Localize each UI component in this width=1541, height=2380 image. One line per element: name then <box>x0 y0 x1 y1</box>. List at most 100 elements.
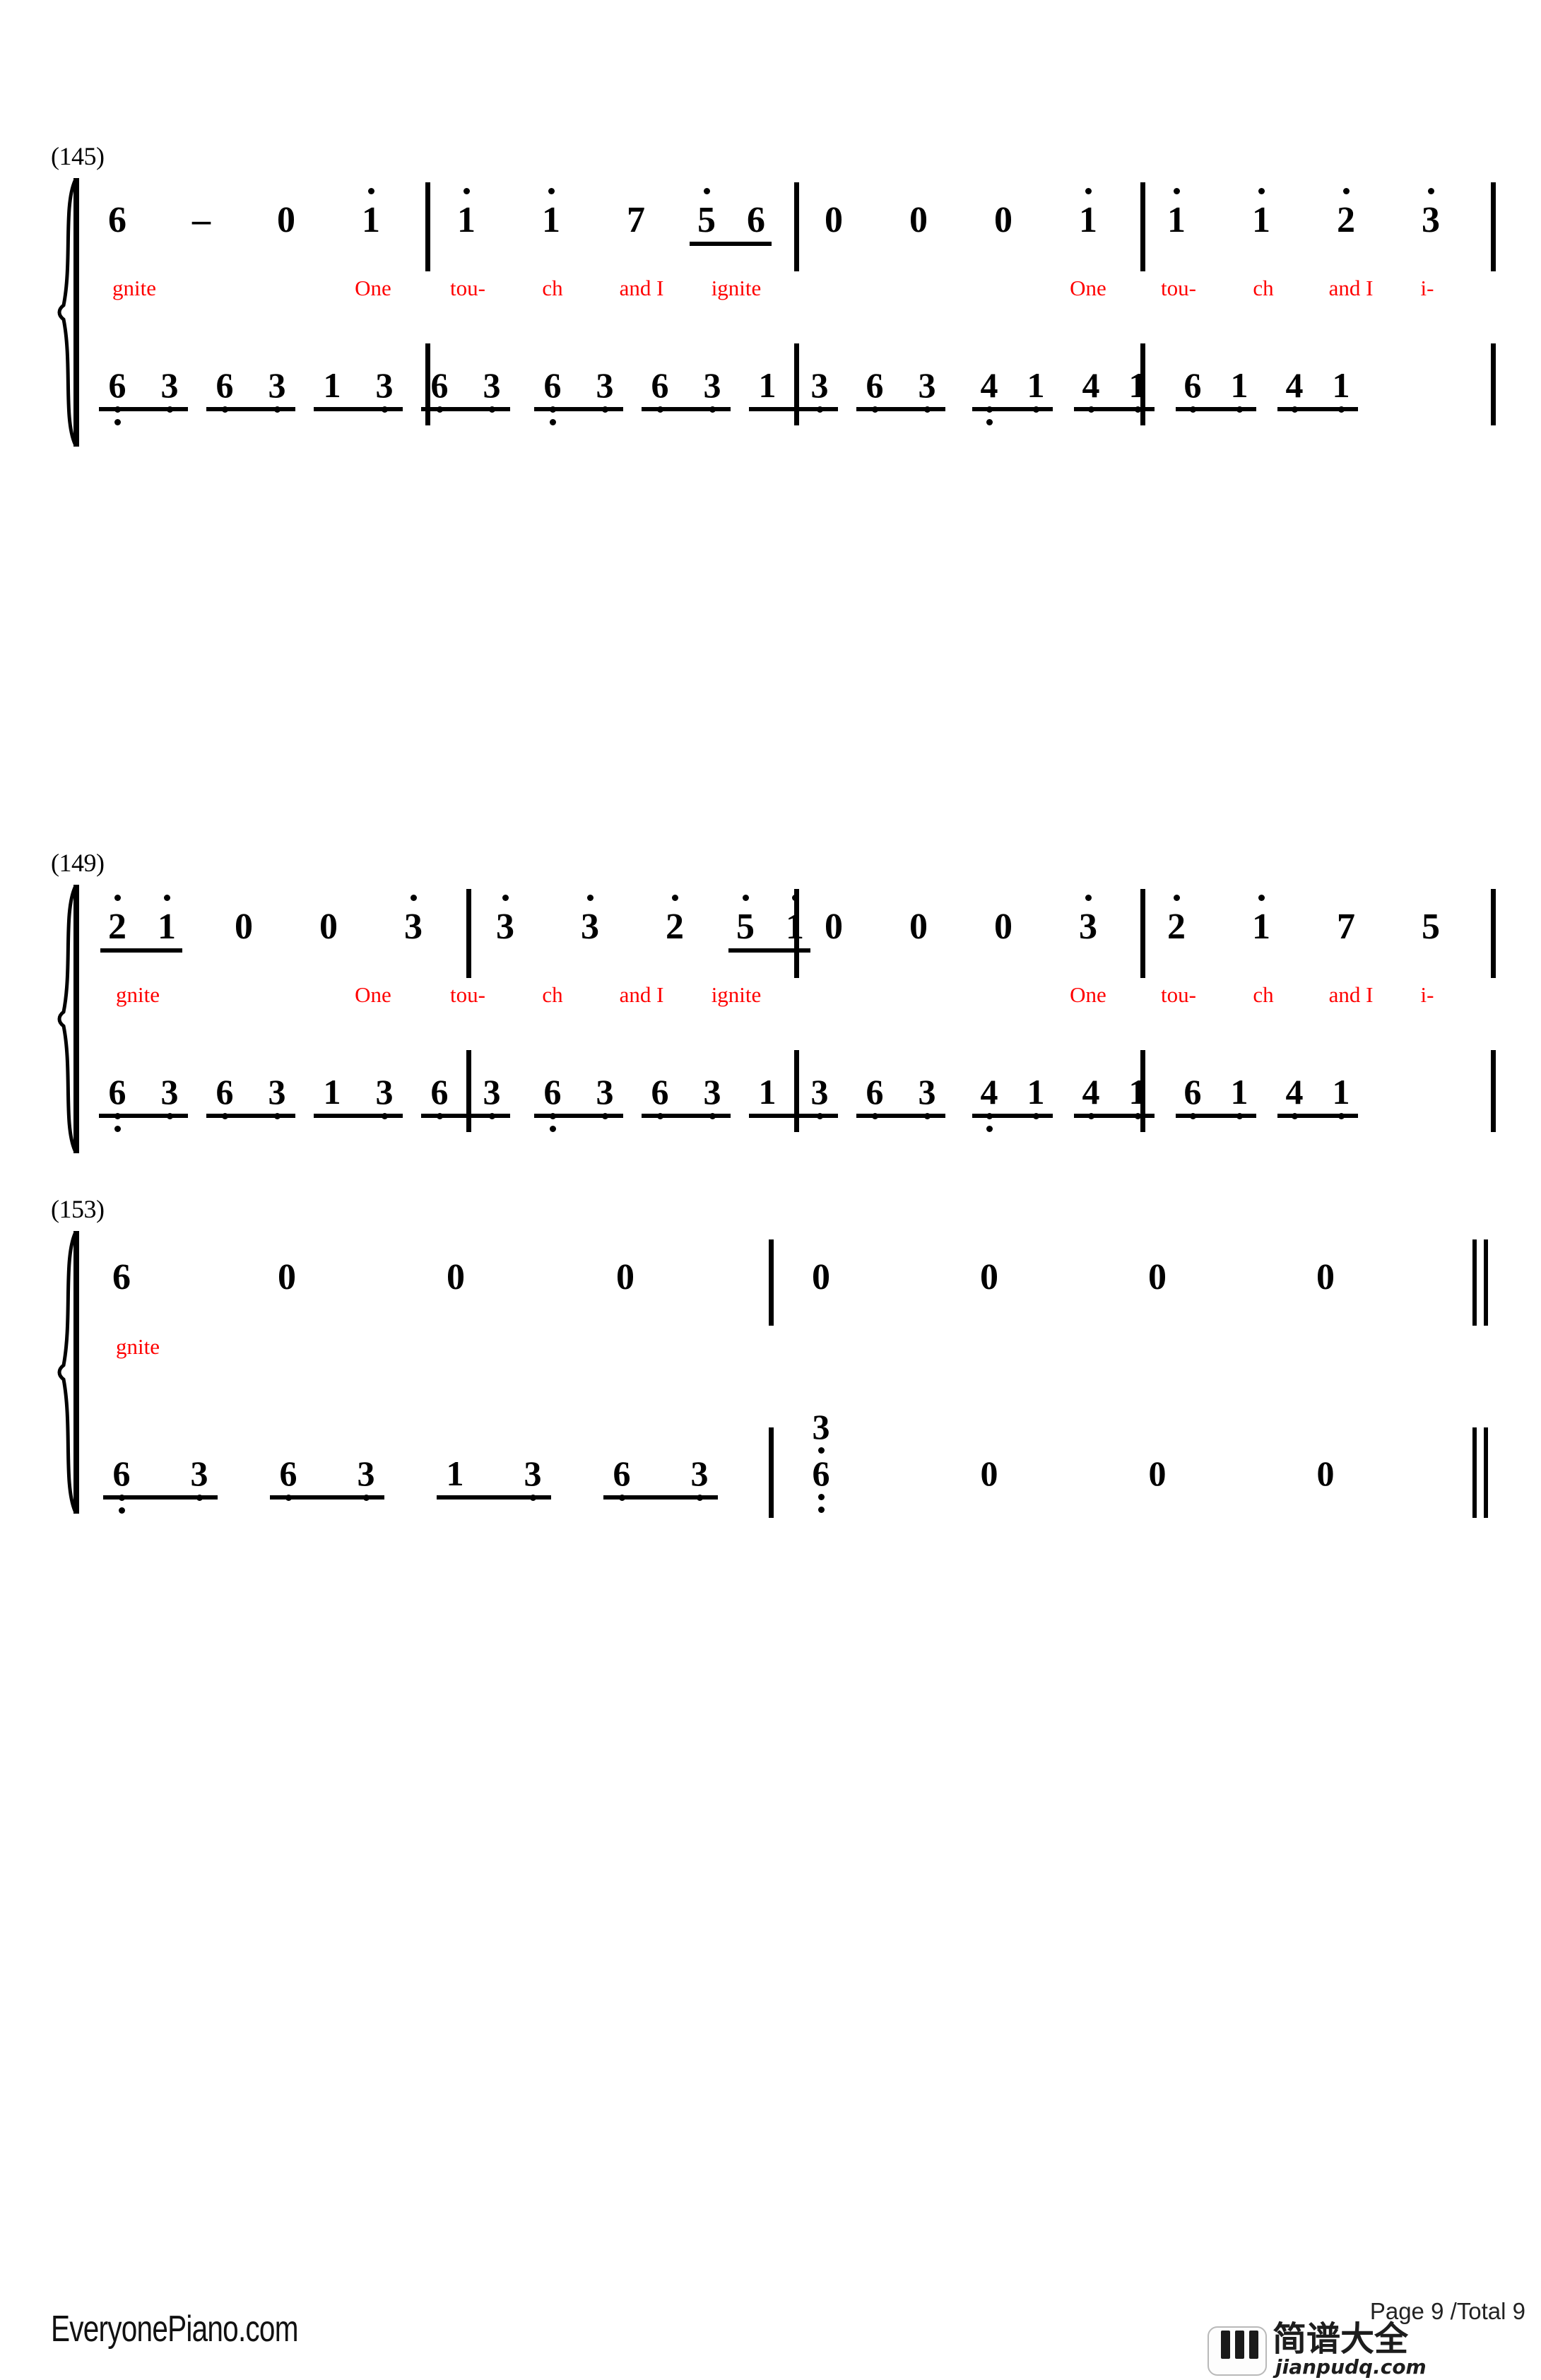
note: 0 <box>909 907 928 947</box>
lyric: i- <box>1420 276 1434 300</box>
lyric: i- <box>1420 982 1434 1007</box>
bass-note: 3 <box>263 367 291 413</box>
bass-note: 1 <box>1123 1074 1152 1119</box>
bass-note: 1 <box>1327 367 1355 413</box>
note: 0 <box>994 200 1012 240</box>
octave-dot <box>1258 188 1265 194</box>
lyric: One <box>355 982 391 1007</box>
bass-note: 6 <box>103 1074 131 1132</box>
beam <box>421 407 510 411</box>
bass-note: 6 <box>211 367 239 413</box>
note: 1 <box>355 188 386 239</box>
bass-note: 6 <box>861 367 889 413</box>
note: 3 <box>574 895 606 945</box>
beam <box>856 407 945 411</box>
lyric: ignite <box>711 276 762 300</box>
bass-note: 4 <box>975 367 1003 425</box>
beam <box>1277 1114 1358 1118</box>
barline <box>794 343 799 425</box>
note: 3 <box>1073 895 1104 945</box>
note: 3 <box>398 895 429 945</box>
lyric: gnite <box>112 276 156 300</box>
note: 7 <box>1337 907 1355 947</box>
bass-note: 1 <box>323 365 341 405</box>
beam <box>99 1114 188 1118</box>
barline <box>425 182 430 271</box>
note: 0 <box>319 907 338 947</box>
beam <box>749 407 838 411</box>
barline <box>769 1427 774 1518</box>
bass-note: 0 <box>1148 1454 1167 1493</box>
beam <box>642 407 731 411</box>
note: 5 <box>691 188 722 239</box>
bass-note: 6 <box>538 367 567 425</box>
bass-note: 6 <box>646 1074 674 1119</box>
barline <box>794 1050 799 1132</box>
octave-dot <box>463 188 470 194</box>
watermark-cn-text: 简谱大全 <box>1273 2319 1409 2359</box>
note: 0 <box>1316 1257 1335 1297</box>
bass-note: 6 <box>211 1074 239 1119</box>
bass-note: 6 <box>646 367 674 413</box>
note: 2 <box>1330 188 1362 239</box>
bass-note: 1 <box>323 1072 341 1112</box>
lyric: tou- <box>450 982 485 1007</box>
bass-note: 1 <box>1327 1074 1355 1119</box>
beam <box>1176 1114 1256 1118</box>
piano-keys-icon <box>1208 2326 1267 2376</box>
jianpudaquan-watermark: 简谱大全 jianpudq.com <box>1208 2322 1540 2377</box>
bass-note: 1 <box>1123 367 1152 413</box>
bass-note: 1 <box>1022 1074 1050 1119</box>
note: 6 <box>112 1257 131 1297</box>
bass-note: 3 <box>155 367 184 413</box>
beam <box>856 1114 945 1118</box>
bass-note: 6 <box>1179 1074 1207 1119</box>
bass-note: 6 <box>103 367 131 425</box>
system-left-barline <box>73 885 79 1153</box>
measure-number: (149) <box>51 849 105 877</box>
note: 0 <box>616 1257 634 1297</box>
note: 3 <box>490 895 521 945</box>
note: 0 <box>909 200 928 240</box>
note: – <box>192 200 211 240</box>
bass-chord: 3 6 <box>807 1409 835 1522</box>
bass-note: 1 <box>758 1072 777 1112</box>
note: 1 <box>451 188 482 239</box>
bass-note: 1 <box>758 365 777 405</box>
lyric: One <box>1070 982 1106 1007</box>
lyric: One <box>1070 276 1106 300</box>
bass-note: 3 <box>370 367 398 413</box>
barline <box>1491 1050 1496 1132</box>
score-page: (145) 6 – 0 1 1 1 7 5 6 0 0 0 1 1 1 2 3 … <box>0 0 1541 2380</box>
beam <box>270 1495 384 1500</box>
note: 0 <box>235 907 253 947</box>
lyric: tou- <box>1161 982 1196 1007</box>
note: 0 <box>825 907 843 947</box>
page-footer: EveryonePiano.com Page 9 /Total 9 简谱大全 j… <box>0 2290 1541 2380</box>
barline <box>425 343 430 425</box>
note: 1 <box>1073 188 1104 239</box>
beam <box>749 1114 838 1118</box>
bass-note: 6 <box>608 1456 636 1501</box>
lyric: ch <box>542 276 563 300</box>
note: 2 <box>659 895 690 945</box>
note: 1 <box>1246 895 1277 945</box>
beam <box>437 1495 551 1500</box>
lyric: and I <box>619 276 664 300</box>
note: 1 <box>536 188 567 239</box>
octave-dot <box>817 1507 825 1513</box>
beam <box>100 948 182 953</box>
bass-note: 3 <box>913 1074 941 1119</box>
note: 6 <box>108 200 126 240</box>
site-brand: EveryonePiano.com <box>51 2309 299 2350</box>
octave-dot <box>1427 188 1434 194</box>
measure-number: (153) <box>51 1195 105 1223</box>
bass-note: 3 <box>352 1456 380 1501</box>
note: 1 <box>151 895 182 945</box>
bass-note: 0 <box>1316 1454 1335 1493</box>
bass-note: 3 <box>805 367 834 413</box>
note: 6 <box>747 200 765 240</box>
bass-note: 1 <box>1225 367 1253 413</box>
note: 1 <box>1246 188 1277 239</box>
barline <box>1140 182 1145 271</box>
